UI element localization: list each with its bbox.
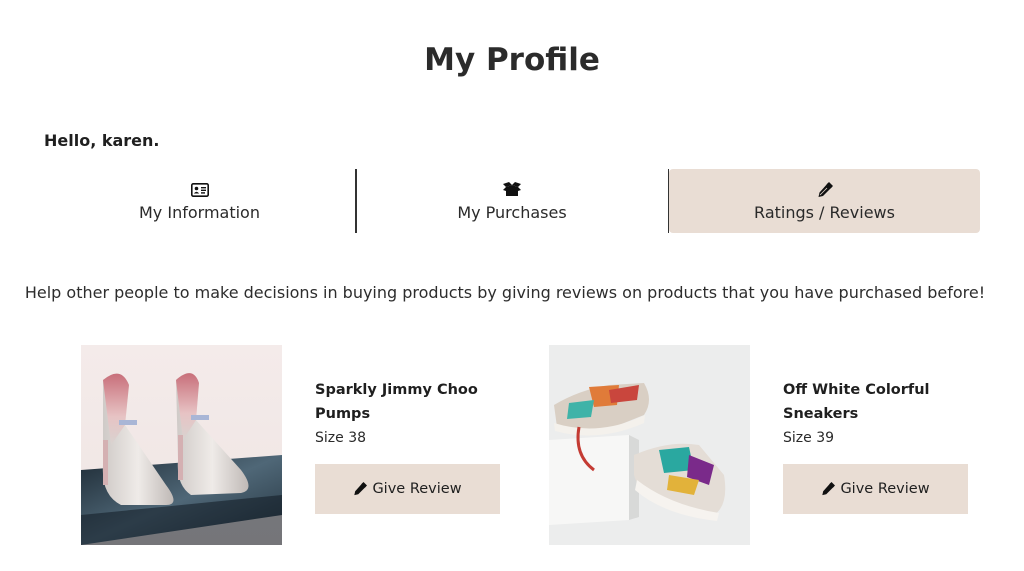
tab-my-purchases[interactable]: My Purchases xyxy=(357,169,668,233)
product-info: Off White Colorful Sneakers Size 39 xyxy=(783,378,973,450)
give-review-button[interactable]: Give Review xyxy=(315,464,500,514)
product-image-pumps[interactable] xyxy=(81,345,282,545)
box-open-icon xyxy=(502,181,522,199)
tab-label: My Purchases xyxy=(457,202,567,222)
product-name: Pumps xyxy=(315,406,371,422)
profile-tabs: My Information My Purchases Ratings / Re… xyxy=(44,169,980,233)
product-image-sneakers[interactable] xyxy=(549,345,750,545)
page-title: My Profile xyxy=(424,42,600,78)
product-size: Size 39 xyxy=(783,430,835,446)
tab-label: Ratings / Reviews xyxy=(754,202,895,222)
greeting-text: Hello, karen. xyxy=(44,131,160,150)
tab-my-information[interactable]: My Information xyxy=(44,169,355,233)
product-name: Off White Colorful xyxy=(783,382,930,398)
product-info: Sparkly Jimmy Choo Pumps Size 38 xyxy=(315,378,505,450)
pen-icon xyxy=(817,181,833,199)
id-card-icon xyxy=(190,181,209,199)
product-size: Size 38 xyxy=(315,430,367,446)
button-label: Give Review xyxy=(372,481,462,497)
tab-ratings-reviews[interactable]: Ratings / Reviews xyxy=(669,169,980,233)
tab-label: My Information xyxy=(139,202,260,222)
product-name: Sneakers xyxy=(783,406,859,422)
button-label: Give Review xyxy=(840,481,930,497)
give-review-button[interactable]: Give Review xyxy=(783,464,968,514)
pen-icon xyxy=(353,482,368,496)
help-text: Help other people to make decisions in b… xyxy=(24,283,986,302)
pen-icon xyxy=(821,482,836,496)
product-name: Sparkly Jimmy Choo xyxy=(315,382,478,398)
